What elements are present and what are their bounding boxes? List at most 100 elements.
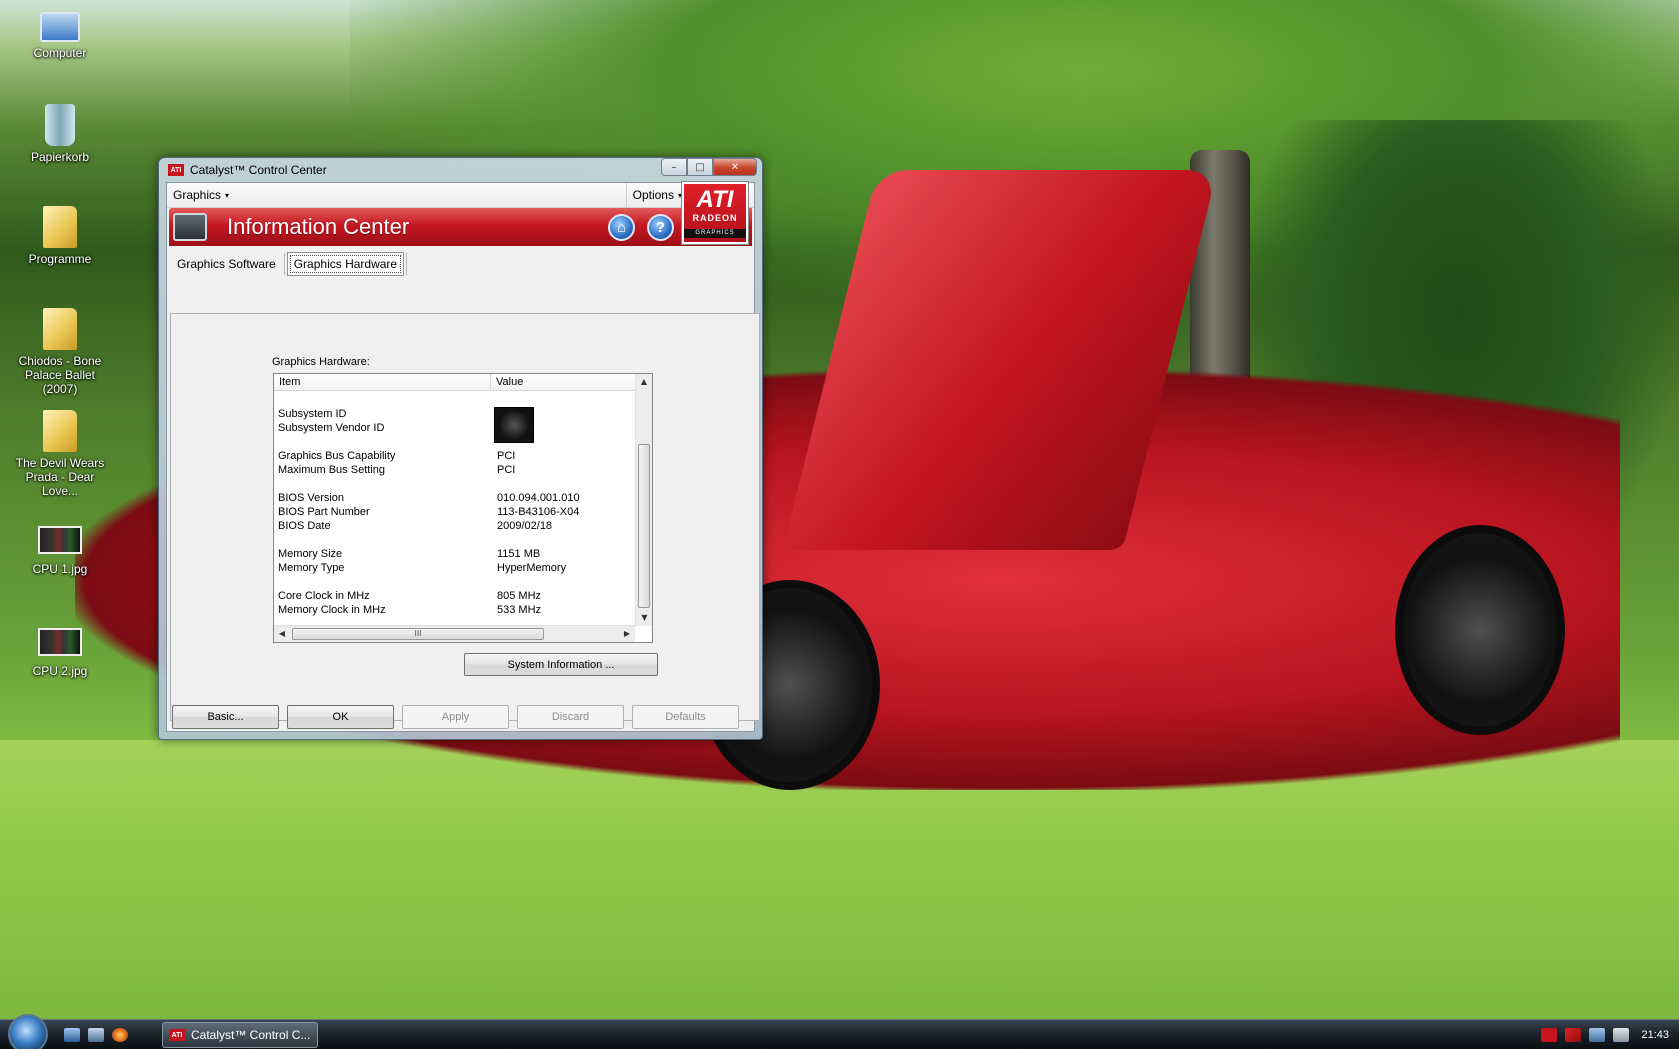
help-button[interactable]: ? — [647, 214, 674, 241]
table-row[interactable]: Graphics Bus Capability PCI — [278, 450, 633, 464]
folder-icon — [43, 308, 77, 350]
row-value: 533 MHz — [497, 604, 542, 616]
tab-graphics-hardware[interactable]: Graphics Hardware — [286, 252, 405, 276]
desktop-icon-recycle-bin[interactable]: Papierkorb — [10, 104, 110, 164]
table-row[interactable]: Core Clock in MHz 805 MHz — [278, 590, 633, 604]
row-item: BIOS Date — [278, 520, 331, 532]
table-row[interactable]: Memory Type HyperMemory — [278, 562, 633, 576]
discard-button[interactable]: Discard — [517, 705, 624, 729]
desktop-icon-cpu1-jpg[interactable]: CPU 1.jpg — [10, 518, 110, 576]
table-row[interactable]: BIOS Part Number 113-B43106-X04 — [278, 506, 633, 520]
title-bar[interactable]: ATI Catalyst™ Control Center – □ ✕ — [166, 158, 757, 182]
minimize-button[interactable]: – — [661, 158, 687, 176]
vertical-scrollbar[interactable]: ▲ ▼ — [635, 374, 652, 626]
recycle-bin-icon — [45, 104, 75, 146]
table-row[interactable]: Subsystem ID — [278, 408, 633, 422]
volume-icon[interactable] — [1613, 1028, 1630, 1042]
row-item: Subsystem Vendor ID — [278, 422, 385, 434]
row-item: BIOS Version — [278, 492, 345, 504]
brand-graphics: GRAPHICS — [684, 229, 746, 238]
desktop-icon-label: The Devil Wears Prada - Dear Love... — [15, 456, 105, 498]
start-button[interactable] — [8, 1014, 48, 1049]
ati-logo-icon: ATI — [168, 164, 184, 176]
apply-button[interactable]: Apply — [402, 705, 509, 729]
row-value: HyperMemory — [497, 562, 567, 574]
desktop-icon-computer[interactable]: Computer — [10, 6, 110, 60]
list-body: Subsystem ID Subsystem Vendor ID Graphic… — [274, 392, 635, 626]
desktop-icon-label: Papierkorb — [30, 150, 90, 164]
hardware-list-view[interactable]: Item Value Subsystem ID Subsystem Vendor… — [273, 373, 653, 643]
desktop-icon-devil-wears-prada-folder[interactable]: The Devil Wears Prada - Dear Love... — [6, 410, 114, 498]
desktop-icon-label: Chiodos - Bone Palace Ballet (2007) — [18, 354, 102, 396]
row-value — [497, 422, 627, 436]
chevron-down-icon: ▾ — [225, 190, 230, 200]
system-information-button[interactable]: System Information ... — [464, 653, 658, 676]
network-icon[interactable] — [1589, 1028, 1606, 1042]
scroll-left-arrow-icon[interactable]: ◀ — [274, 626, 290, 642]
firefox-icon[interactable] — [112, 1028, 128, 1042]
help-icon: ? — [655, 219, 666, 236]
antivirus-tray-icon[interactable] — [1565, 1028, 1582, 1042]
brand-radeon: RADEON — [692, 213, 738, 223]
home-icon: ⌂ — [616, 219, 627, 236]
desktop-icon-label: Programme — [28, 252, 92, 266]
menu-graphics[interactable]: Graphics ▾ — [173, 188, 229, 202]
table-row[interactable]: BIOS Version 010.094.001.010 — [278, 492, 633, 506]
row-value: 113-B43106-X04 — [497, 506, 580, 518]
horizontal-scroll-thumb[interactable]: III — [292, 628, 544, 640]
vertical-scroll-thumb[interactable] — [638, 444, 650, 608]
scroll-up-arrow-icon[interactable]: ▲ — [636, 374, 652, 390]
ati-radeon-logo: ATI RADEON GRAPHICS — [682, 182, 748, 244]
ati-tray-icon[interactable] — [1541, 1028, 1558, 1042]
horizontal-scrollbar[interactable]: ◀ III ▶ — [274, 625, 635, 642]
row-value: 010.094.001.010 — [497, 492, 580, 504]
window-title: Catalyst™ Control Center — [190, 163, 327, 177]
table-row[interactable]: Subsystem Vendor ID — [278, 422, 633, 436]
ok-button[interactable]: OK — [287, 705, 394, 729]
maximize-button[interactable]: □ — [687, 158, 713, 176]
close-button[interactable]: ✕ — [713, 158, 757, 176]
folder-icon — [43, 410, 77, 452]
desktop-icon-cpu2-jpg[interactable]: CPU 2.jpg — [10, 620, 110, 678]
taskbar-button-catalyst[interactable]: ATI Catalyst™ Control C... — [162, 1022, 318, 1048]
row-item: BIOS Part Number — [278, 506, 370, 518]
tab-divider — [406, 253, 408, 275]
window-controls: – □ ✕ — [661, 158, 757, 176]
show-desktop-icon[interactable] — [64, 1028, 80, 1042]
folder-icon — [43, 206, 77, 248]
basic-button[interactable]: Basic... — [172, 705, 279, 729]
defaults-button[interactable]: Defaults — [632, 705, 739, 729]
home-button[interactable]: ⌂ — [608, 214, 635, 241]
column-header-item[interactable]: Item — [274, 374, 491, 390]
graphics-hardware-label: Graphics Hardware: — [272, 356, 370, 368]
list-header: Item Value — [274, 374, 652, 391]
table-row[interactable]: Maximum Bus Setting PCI — [278, 464, 633, 478]
scroll-right-arrow-icon[interactable]: ▶ — [619, 626, 635, 642]
switch-windows-icon[interactable] — [88, 1028, 104, 1042]
row-value: 805 MHz — [497, 590, 542, 602]
tab-divider — [283, 253, 285, 275]
row-item: Core Clock in MHz — [278, 590, 370, 602]
table-row[interactable]: Memory Clock in MHz 533 MHz — [278, 604, 633, 618]
table-row[interactable]: BIOS Date 2009/02/18 — [278, 520, 633, 534]
menu-options[interactable]: Options ▾ — [625, 182, 682, 208]
tab-graphics-software[interactable]: Graphics Software — [171, 253, 282, 275]
window-client-area: Graphics ▾ Options ▾ Information Center … — [166, 182, 760, 732]
row-item: Subsystem ID — [278, 408, 347, 420]
taskbar-button-label: Catalyst™ Control C... — [191, 1028, 311, 1042]
page-banner: Information Center ⌂ ? ATI RADEON GRAPHI… — [169, 182, 752, 246]
menu-graphics-label: Graphics — [173, 188, 222, 202]
desktop-icon-label: Computer — [33, 46, 87, 60]
desktop-icon-chiodos-folder[interactable]: Chiodos - Bone Palace Ballet (2007) — [6, 308, 114, 396]
row-item: Graphics Bus Capability — [278, 450, 396, 462]
monitor-icon — [173, 213, 207, 241]
desktop-icon-programme[interactable]: Programme — [10, 206, 110, 266]
image-file-icon — [38, 526, 82, 554]
taskbar-clock[interactable]: 21:43 — [1641, 1029, 1669, 1041]
image-file-icon — [38, 628, 82, 656]
system-tray: 21:43 — [1541, 1020, 1679, 1049]
column-header-value[interactable]: Value — [491, 374, 528, 390]
row-value: 2009/02/18 — [497, 520, 553, 532]
table-row[interactable]: Memory Size 1151 MB — [278, 548, 633, 562]
scroll-down-arrow-icon[interactable]: ▼ — [636, 610, 653, 626]
